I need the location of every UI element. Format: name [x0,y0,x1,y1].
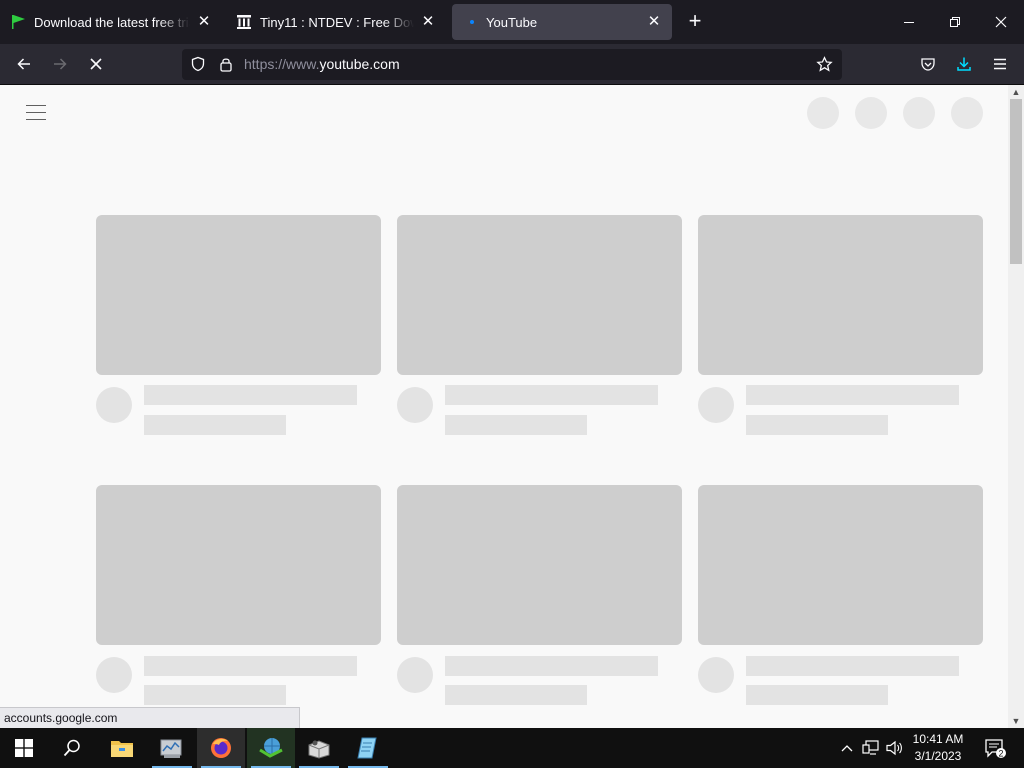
globe-download-icon [259,738,283,758]
lock-icon[interactable] [218,56,234,77]
notepad-icon [357,737,377,759]
new-tab-button[interactable]: + [683,10,707,34]
restore-button[interactable] [940,8,970,36]
title-placeholder [746,385,959,405]
title-placeholder [445,656,658,676]
close-window-button[interactable] [986,8,1016,36]
placeholder-avatar-icon [951,97,983,129]
start-button[interactable] [0,728,48,768]
close-tab-icon[interactable]: ✕ [196,14,212,30]
meta-placeholder [144,415,286,435]
windows-logo-icon [15,739,33,757]
video-thumbnail-placeholder [698,485,983,645]
title-placeholder [445,385,658,405]
channel-avatar-placeholder [698,387,734,423]
channel-avatar-placeholder [397,657,433,693]
taskbar-installer[interactable] [295,728,343,768]
tab-download-trial[interactable]: Download the latest free trial version ✕ [0,4,222,40]
search-icon [63,739,80,757]
guide-menu-icon[interactable] [26,105,46,121]
meta-placeholder [144,685,286,705]
forward-arrow-icon [54,58,67,70]
meta-placeholder [445,685,587,705]
scroll-down-icon[interactable]: ▼ [1008,714,1024,728]
back-arrow-icon [17,58,30,70]
green-flag-icon [10,14,26,30]
title-placeholder [144,656,357,676]
windows-taskbar: 10:41 AM 3/1/2023 2 [0,728,1024,768]
archive-building-icon [236,14,252,30]
channel-avatar-placeholder [96,657,132,693]
placeholder-circle-icon [903,97,935,129]
downloads-button[interactable] [949,50,979,78]
taskbar-firefox[interactable] [197,728,245,768]
scrollbar-thumb[interactable] [1010,99,1022,264]
video-thumbnail-placeholder [397,215,682,375]
video-thumbnail-placeholder [397,485,682,645]
taskbar-download-manager[interactable] [247,728,295,768]
volume-icon[interactable] [884,728,906,768]
pocket-button[interactable] [913,50,943,78]
placeholder-circle-icon [807,97,839,129]
channel-avatar-placeholder [397,387,433,423]
url-host: youtube.com [319,56,400,72]
tracking-shield-icon[interactable] [190,56,206,77]
file-explorer-button[interactable] [98,728,146,768]
tab-label: Download the latest free trial version [34,14,190,30]
tab-tiny11[interactable]: Tiny11 : NTDEV : Free Download, Borrow ✕ [226,4,446,40]
download-arrow-icon [957,57,971,71]
taskbar-app-monitor[interactable] [148,728,196,768]
video-thumbnail-placeholder [96,485,381,645]
folder-icon [111,741,133,757]
navigation-toolbar: https://www.youtube.com [0,44,1024,85]
tab-strip: Download the latest free trial version ✕… [0,0,1024,44]
url-bar[interactable]: https://www.youtube.com [182,49,842,80]
clock-time: 10:41 AM [912,732,964,746]
bookmark-star-icon[interactable] [816,56,833,78]
channel-avatar-placeholder [96,387,132,423]
url-text[interactable]: https://www.youtube.com [244,56,400,72]
tab-label: YouTube [486,14,538,30]
meta-placeholder [746,415,888,435]
youtube-page [0,85,1008,728]
tab-label: Tiny11 : NTDEV : Free Download, Borrow [260,14,414,30]
url-scheme: https://www. [244,56,320,72]
firefox-icon [211,738,231,758]
title-placeholder [746,656,959,676]
page-scrollbar[interactable]: ▲ ▼ [1008,85,1024,728]
close-tab-icon[interactable]: ✕ [646,14,662,30]
close-tab-icon[interactable]: ✕ [420,14,436,30]
network-icon[interactable] [860,728,882,768]
taskbar-notepad[interactable] [344,728,392,768]
back-button[interactable] [9,50,39,78]
installer-box-icon [308,740,330,759]
action-center-button[interactable]: 2 [980,728,1010,768]
video-thumbnail-placeholder [698,215,983,375]
show-hidden-icons-chevron-icon[interactable] [838,728,856,768]
clock-date: 3/1/2023 [914,749,962,763]
app-menu-button[interactable] [985,50,1015,78]
stop-loading-button[interactable] [81,50,111,78]
forward-button[interactable] [45,50,75,78]
hamburger-menu-icon [994,58,1006,70]
loading-dot-icon [462,14,478,30]
system-clock[interactable]: 10:41 AM 3/1/2023 [906,731,970,765]
channel-avatar-placeholder [698,657,734,693]
meta-placeholder [746,685,888,705]
status-link-overlay: accounts.google.com [0,707,300,728]
resource-monitor-icon [160,739,182,758]
meta-placeholder [445,415,587,435]
pocket-icon [921,58,935,71]
minimize-button[interactable] [894,8,924,36]
video-thumbnail-placeholder [96,215,381,375]
scroll-up-icon[interactable]: ▲ [1008,85,1024,99]
tab-youtube[interactable]: YouTube ✕ [452,4,672,40]
placeholder-circle-icon [855,97,887,129]
title-placeholder [144,385,357,405]
stop-icon [90,58,102,70]
notification-icon: 2 [985,739,1006,759]
notification-count: 2 [998,749,1003,759]
search-button[interactable] [48,728,96,768]
